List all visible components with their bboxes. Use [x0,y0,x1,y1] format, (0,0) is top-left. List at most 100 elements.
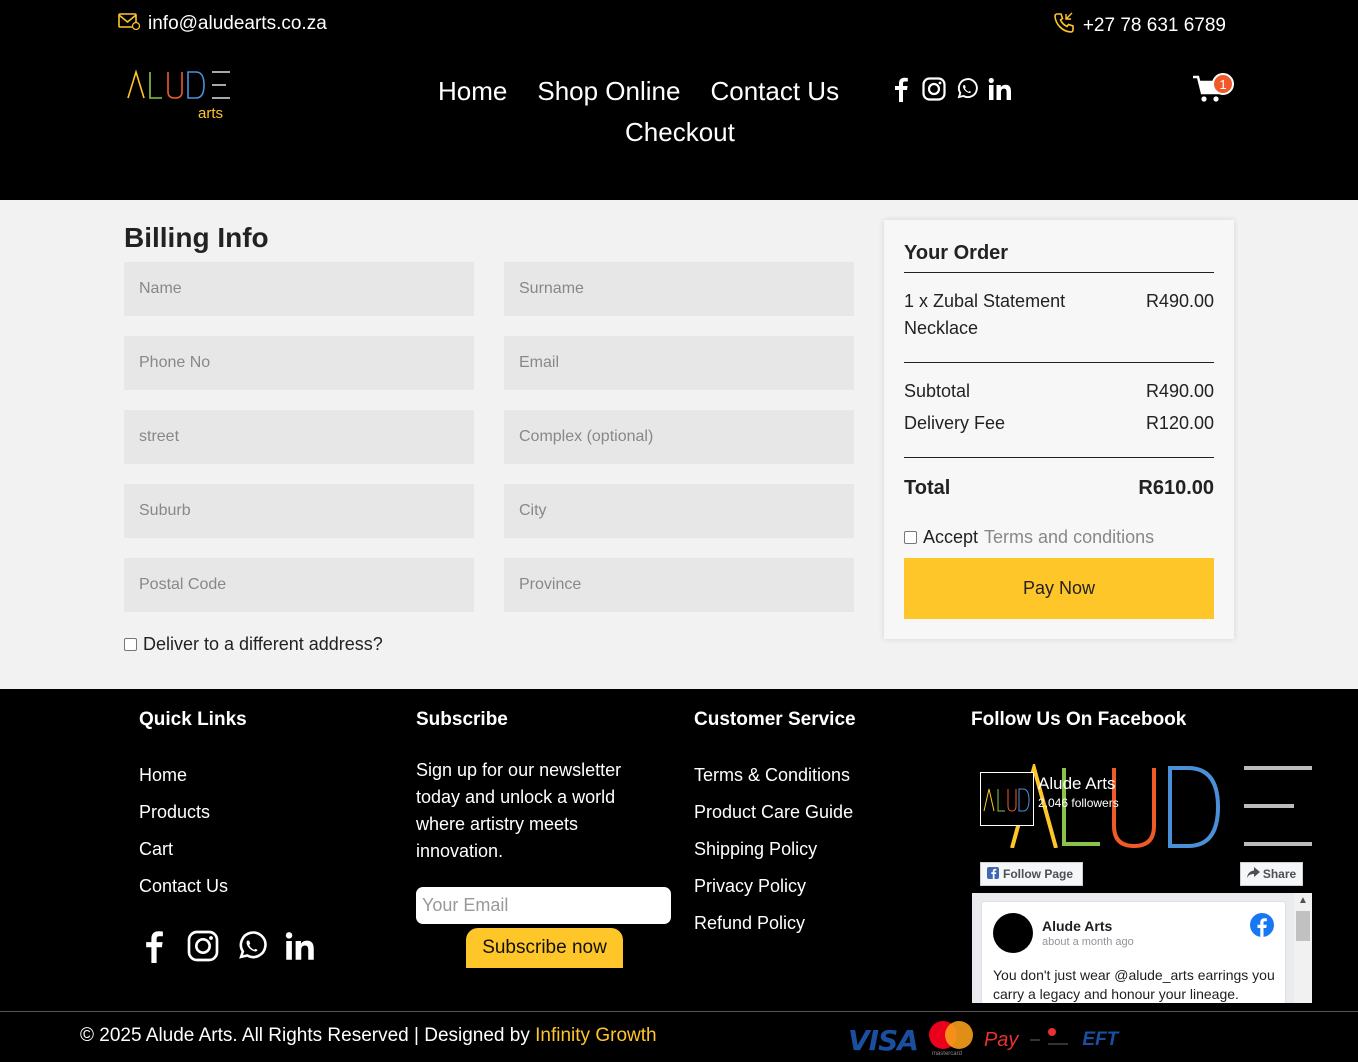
nav-home[interactable]: Home [438,76,507,107]
postal-code-field[interactable]: Postal Code [124,558,474,612]
footer-link-privacy[interactable]: Privacy Policy [694,868,856,905]
follow-page-label: Follow Page [1003,867,1074,881]
whatsapp-icon[interactable] [956,78,978,100]
subtotal-label: Subtotal [904,381,971,401]
email-field[interactable]: Email [504,336,854,390]
svg-text:arts: arts [198,105,223,122]
visa-icon: VISA [848,1023,919,1057]
order-summary: Your Order 1 x Zubal Statement Necklace … [884,220,1234,639]
total-label: Total [904,477,951,499]
subscribe-text: Sign up for our newsletter today and unl… [416,760,622,861]
post-author[interactable]: Alude Arts [1042,918,1112,934]
designer-link[interactable]: Infinity Growth [535,1025,656,1046]
newsletter-email-input[interactable]: Your Email [416,887,671,924]
deliver-label: Deliver to a different address? [143,634,383,654]
footer-link-care-guide[interactable]: Product Care Guide [694,794,856,831]
accept-terms: Accept Terms and conditions [904,527,1154,548]
province-field[interactable]: Province [504,558,854,612]
footer-link-cart[interactable]: Cart [139,831,247,868]
phone-icon [1053,12,1075,40]
nav-shop-online[interactable]: Shop Online [537,76,680,107]
divider [904,362,1214,363]
instagram-icon[interactable] [187,930,219,967]
divider [904,272,1214,273]
subtotal-row: Subtotal R490.00 [904,378,1214,405]
copyright-text: © 2025 Alude Arts. All Rights Reserved |… [80,1025,536,1046]
deliver-different-address: Deliver to a different address? [124,634,383,655]
footer-link-terms[interactable]: Terms & Conditions [694,757,856,794]
facebook-page-widget[interactable]: Alude Arts 2,046 followers Follow Page S… [972,764,1312,1003]
footer-link-products[interactable]: Products [139,794,247,831]
site-logo[interactable]: arts [126,68,234,124]
phone-field[interactable]: Phone No [124,336,474,390]
instagram-icon[interactable] [922,77,946,101]
order-item-price: R490.00 [1145,291,1214,311]
nav-contact-us[interactable]: Contact Us [710,76,839,107]
customer-service-column: Customer Service Terms & Conditions Prod… [694,709,856,942]
footer-social-links [139,929,315,968]
footer-link-contact[interactable]: Contact Us [139,868,247,905]
main-nav: Home Shop Online Contact Us Checkout [420,76,940,148]
subscribe-button[interactable]: Subscribe now [466,928,623,968]
pay-icon: Pay [983,1028,1019,1051]
facebook-share-button[interactable]: Share [1240,862,1303,886]
linkedin-icon[interactable] [988,77,1012,101]
footer-link-refund[interactable]: Refund Policy [694,905,856,942]
complex-field[interactable]: Complex (optional) [504,410,854,464]
contact-email[interactable]: info@aludearts.co.za [118,12,327,36]
facebook-followers: 2,046 followers [1038,796,1119,810]
contact-email-text: info@aludearts.co.za [148,13,327,34]
mastercard-caption: mastercard [931,1051,962,1057]
checkout-main: Billing Info Name Surname Phone No Email… [0,200,1358,689]
facebook-page-name[interactable]: Alude Arts [1038,774,1116,794]
delivery-fee-value: R120.00 [1145,413,1214,433]
nav-row: Checkout [420,117,940,148]
facebook-follow-button[interactable]: Follow Page [980,862,1083,886]
contact-phone[interactable]: +27 78 631 6789 [1053,12,1226,40]
feed-scrollbar[interactable]: ▲ [1294,893,1312,1003]
street-field[interactable]: street [124,410,474,464]
top-contact-bar: info@aludearts.co.za +27 78 631 6789 [0,0,1358,48]
terms-link[interactable]: Terms and conditions [984,527,1154,548]
facebook-title: Follow Us On Facebook [971,709,1187,730]
share-icon [1246,867,1260,881]
contact-phone-text: +27 78 631 6789 [1082,15,1226,36]
copyright: © 2025 Alude Arts. All Rights Reserved |… [80,1025,657,1047]
deliver-checkbox[interactable] [124,638,137,651]
mastercard-icon: mastercard [928,1020,974,1060]
facebook-post[interactable]: Alude Arts about a month ago You don't j… [981,901,1286,1003]
facebook-feed[interactable]: Alude Arts about a month ago You don't j… [972,893,1312,1003]
name-field[interactable]: Name [124,262,474,316]
bottom-bar: © 2025 Alude Arts. All Rights Reserved |… [0,1011,1358,1062]
customer-service-title: Customer Service [694,709,856,730]
total-row: Total R610.00 [904,475,1214,502]
header-social-links [890,76,1012,102]
nav-row: Home Shop Online Contact Us [420,76,940,107]
post-time: about a month ago [1042,936,1134,948]
facebook-icon[interactable] [890,76,912,102]
scroll-up-icon[interactable]: ▲ [1298,895,1308,906]
total-value: R610.00 [1138,477,1214,499]
accept-label: Accept [923,527,979,547]
pay-now-button[interactable]: Pay Now [904,558,1214,619]
share-label: Share [1262,867,1297,881]
whatsapp-icon[interactable] [237,931,267,966]
scrollbar-thumb[interactable] [1296,911,1310,941]
quick-links-title: Quick Links [139,709,247,730]
city-field[interactable]: City [504,484,854,538]
subscribe-title: Subscribe [416,709,508,730]
surname-field[interactable]: Surname [504,262,854,316]
facebook-page-avatar [980,772,1034,826]
cart-count-badge: 1 [1212,73,1234,95]
quick-links-column: Quick Links Home Products Cart Contact U… [139,709,247,905]
accept-terms-checkbox[interactable] [904,531,917,544]
footer-link-home[interactable]: Home [139,757,247,794]
linkedin-icon[interactable] [285,931,315,966]
post-text: You don't just wear @alude_arts earrings… [993,967,1275,1002]
facebook-icon[interactable] [139,929,169,968]
footer-link-shipping[interactable]: Shipping Policy [694,831,856,868]
suburb-field[interactable]: Suburb [124,484,474,538]
order-item-row: 1 x Zubal Statement Necklace R490.00 [904,288,1214,342]
subtotal-value: R490.00 [1145,381,1214,401]
nav-checkout[interactable]: Checkout [625,117,735,148]
